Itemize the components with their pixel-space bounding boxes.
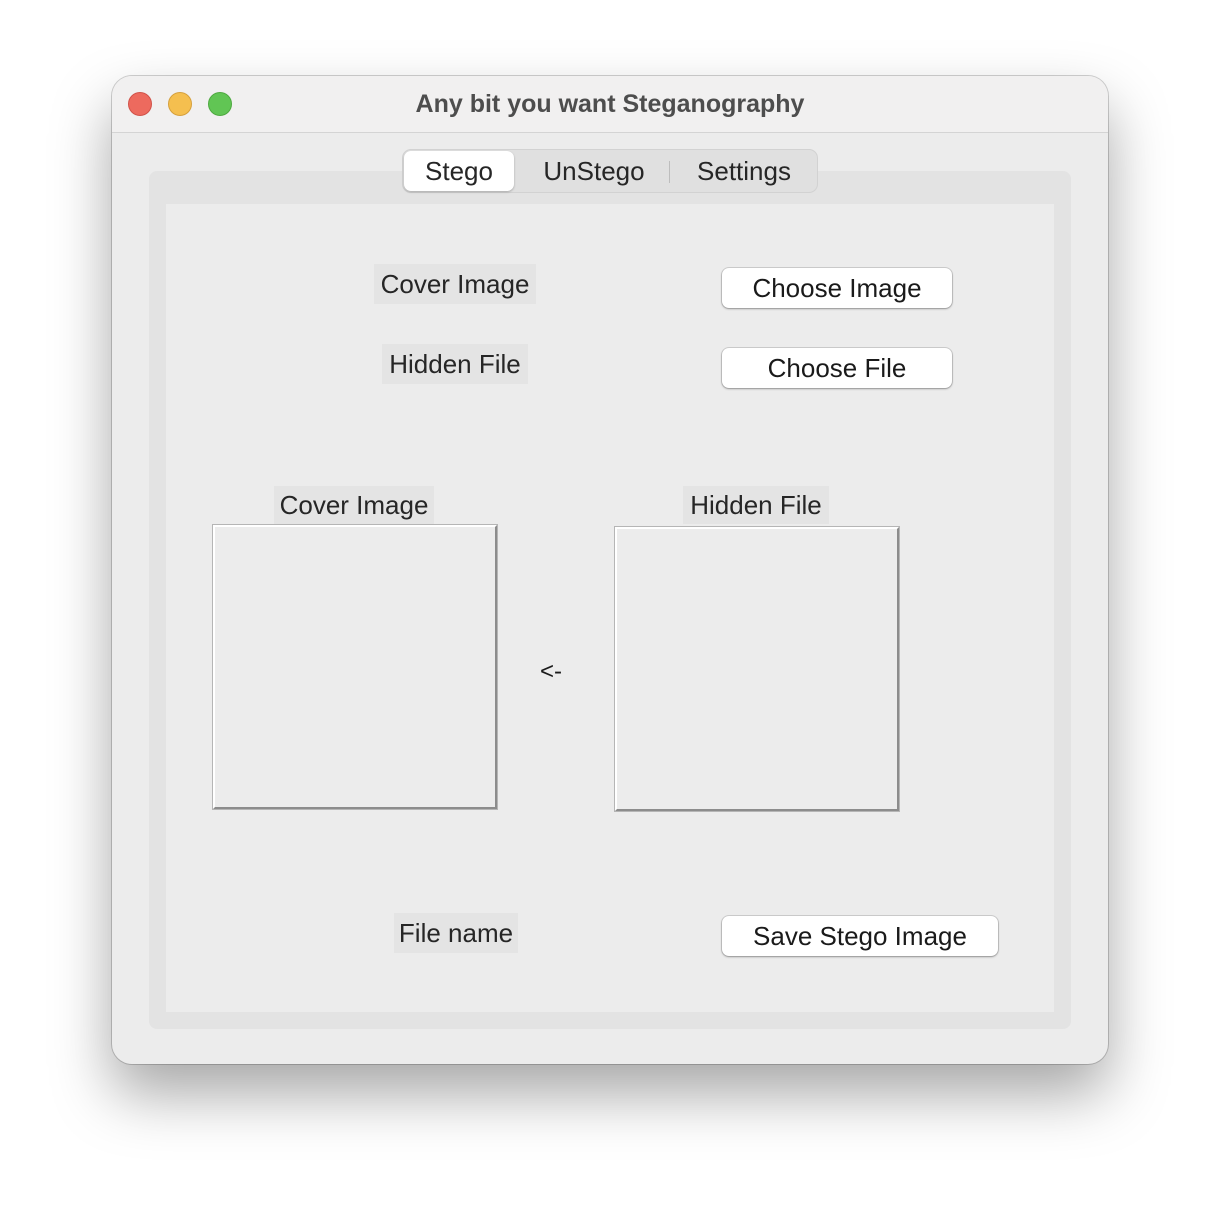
choose-image-button[interactable]: Choose Image xyxy=(722,268,952,308)
tab-stego[interactable]: Stego xyxy=(404,151,514,191)
tab-settings[interactable]: Settings xyxy=(671,150,817,192)
title-bar[interactable]: Any bit you want Steganography xyxy=(112,76,1108,133)
hidden-file-label: Hidden File xyxy=(382,344,528,384)
cover-image-preview xyxy=(212,524,498,810)
tab-unstego[interactable]: UnStego xyxy=(519,150,669,192)
cover-preview-title: Cover Image xyxy=(274,486,434,524)
hidden-preview-title: Hidden File xyxy=(683,486,829,524)
tab-bar: Stego UnStego Settings xyxy=(402,149,818,193)
app-window: Any bit you want Steganography Stego UnS… xyxy=(112,76,1108,1064)
arrow-indicator: <- xyxy=(540,658,563,685)
hidden-file-preview xyxy=(614,526,900,812)
window-title: Any bit you want Steganography xyxy=(415,90,805,118)
save-stego-image-button[interactable]: Save Stego Image xyxy=(722,916,998,956)
file-name-label: File name xyxy=(394,913,518,953)
choose-file-button[interactable]: Choose File xyxy=(722,348,952,388)
cover-image-label: Cover Image xyxy=(374,264,536,304)
tab-divider xyxy=(669,161,670,183)
